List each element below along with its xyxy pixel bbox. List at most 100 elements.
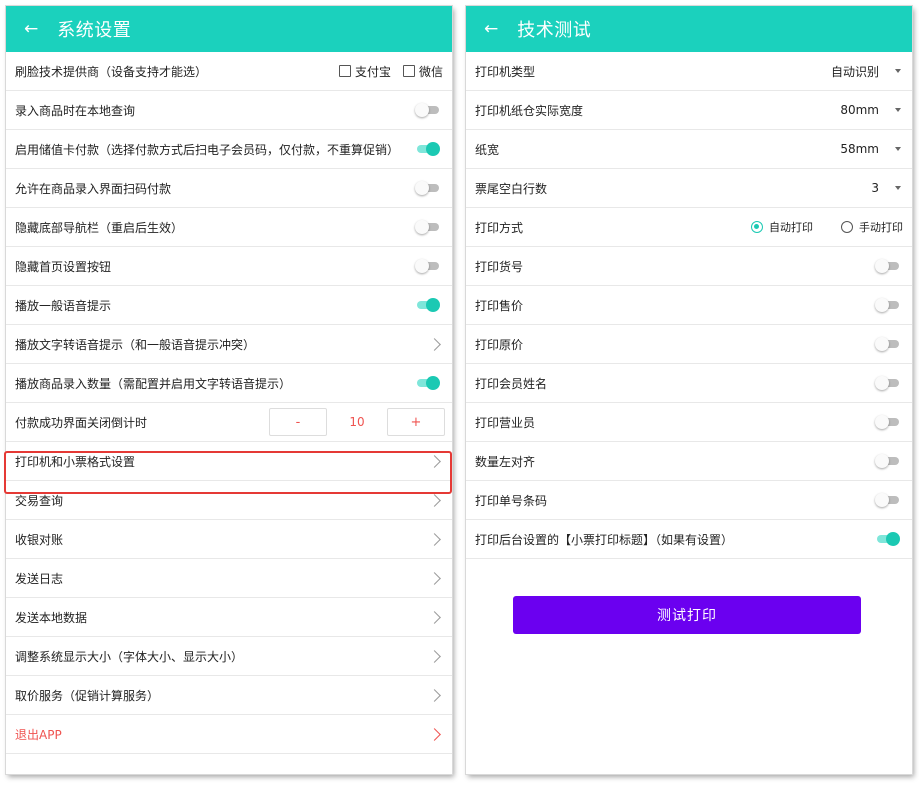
send-data-label: 发送本地数据 xyxy=(15,610,88,625)
tts-row[interactable]: 播放文字转语音提示（和一般语音提示冲突） xyxy=(6,325,452,364)
printer-settings-row[interactable]: 打印机和小票格式设置 xyxy=(6,442,452,481)
countdown-stepper: - 10 + xyxy=(269,408,445,436)
print-sku-toggle[interactable] xyxy=(875,259,899,273)
app-bar: ← 系统设置 xyxy=(6,6,452,52)
voice-label: 播放一般语音提示 xyxy=(15,298,112,313)
system-settings-screen: ← 系统设置 刷脸技术提供商（设备支持才能选） 支付宝 微信 录入商品时在本地查… xyxy=(6,6,452,774)
qty-left-label: 数量左对齐 xyxy=(475,454,536,469)
paper-bin-row: 打印机纸仓实际宽度 80mm xyxy=(466,91,912,130)
hide-nav-row: 隐藏底部导航栏（重启后生效） xyxy=(6,208,452,247)
toggle-knob xyxy=(415,259,429,273)
exit-app-row[interactable]: 退出APP xyxy=(6,715,452,754)
toggle-knob xyxy=(426,376,440,390)
print-barcode-label: 打印单号条码 xyxy=(475,493,548,508)
voice-toggle[interactable] xyxy=(415,298,440,312)
price-service-row[interactable]: 取价服务（促销计算服务） xyxy=(6,676,452,715)
wechat-checkbox[interactable]: 微信 xyxy=(402,63,443,80)
printer-type-select[interactable]: 自动识别 xyxy=(831,63,901,80)
qty-left-toggle[interactable] xyxy=(875,454,899,468)
radio-unselected-icon xyxy=(841,221,853,233)
checkbox-unchecked-icon xyxy=(338,65,351,77)
stored-card-toggle[interactable] xyxy=(415,142,440,156)
send-data-row[interactable]: 发送本地数据 xyxy=(6,598,452,637)
blank-lines-value: 3 xyxy=(871,181,879,195)
send-log-row[interactable]: 发送日志 xyxy=(6,559,452,598)
printer-type-row: 打印机类型 自动识别 xyxy=(466,52,912,91)
manual-print-radio[interactable]: 手动打印 xyxy=(841,219,903,235)
print-title-toggle[interactable] xyxy=(875,532,900,546)
send-log-label: 发送日志 xyxy=(15,571,64,586)
blank-lines-label: 票尾空白行数 xyxy=(475,181,548,196)
paper-bin-label: 打印机纸仓实际宽度 xyxy=(475,103,584,118)
display-size-row[interactable]: 调整系统显示大小（字体大小、显示大小） xyxy=(6,637,452,676)
voice-row: 播放一般语音提示 xyxy=(6,286,452,325)
print-mode-options: 自动打印 手动打印 xyxy=(751,219,903,235)
chevron-right-icon xyxy=(428,571,441,585)
print-clerk-toggle[interactable] xyxy=(875,415,899,429)
print-price-label: 打印售价 xyxy=(475,298,524,313)
print-price-toggle[interactable] xyxy=(875,298,899,312)
display-size-label: 调整系统显示大小（字体大小、显示大小） xyxy=(15,649,244,664)
countdown-label: 付款成功界面关闭倒计时 xyxy=(15,415,148,430)
toggle-knob xyxy=(415,220,429,234)
qty-voice-row: 播放商品录入数量（需配置并启用文字转语音提示） xyxy=(6,364,452,403)
paper-width-label: 纸宽 xyxy=(475,142,500,157)
hide-settings-toggle[interactable] xyxy=(415,259,439,273)
toggle-knob xyxy=(415,181,429,195)
toggle-knob xyxy=(875,454,889,468)
countdown-value: 10 xyxy=(349,415,365,429)
scan-pay-toggle[interactable] xyxy=(415,181,439,195)
countdown-row: 付款成功界面关闭倒计时 - 10 + xyxy=(6,403,452,442)
scan-pay-label: 允许在商品录入界面扫码付款 xyxy=(15,181,172,196)
print-mode-row: 打印方式 自动打印 手动打印 xyxy=(466,208,912,247)
qty-voice-toggle[interactable] xyxy=(415,376,440,390)
blank-lines-select[interactable]: 3 xyxy=(871,181,901,195)
toggle-knob xyxy=(426,298,440,312)
print-clerk-row: 打印营业员 xyxy=(466,403,912,442)
scan-pay-row: 允许在商品录入界面扫码付款 xyxy=(6,169,452,208)
chevron-right-icon xyxy=(428,454,441,468)
face-provider-label: 刷脸技术提供商（设备支持才能选） xyxy=(15,64,208,79)
face-provider-options: 支付宝 微信 xyxy=(338,63,443,80)
increment-button[interactable]: + xyxy=(387,408,445,436)
reconcile-row[interactable]: 收银对账 xyxy=(6,520,452,559)
dropdown-caret-icon xyxy=(895,69,901,73)
printer-type-value: 自动识别 xyxy=(830,64,879,79)
paper-width-value: 58mm xyxy=(840,142,879,156)
back-arrow-icon[interactable]: ← xyxy=(484,20,498,38)
paper-width-select[interactable]: 58mm xyxy=(840,142,901,156)
paper-bin-select[interactable]: 80mm xyxy=(840,103,901,117)
print-member-toggle[interactable] xyxy=(875,376,899,390)
face-provider-row: 刷脸技术提供商（设备支持才能选） 支付宝 微信 xyxy=(6,52,452,91)
alipay-checkbox[interactable]: 支付宝 xyxy=(338,63,391,80)
print-sku-row: 打印货号 xyxy=(466,247,912,286)
hide-settings-label: 隐藏首页设置按钮 xyxy=(15,259,112,274)
chevron-right-icon xyxy=(428,337,441,351)
print-orig-toggle[interactable] xyxy=(875,337,899,351)
print-price-row: 打印售价 xyxy=(466,286,912,325)
trade-query-row[interactable]: 交易查询 xyxy=(6,481,452,520)
hide-nav-toggle[interactable] xyxy=(415,220,439,234)
print-barcode-toggle[interactable] xyxy=(875,493,899,507)
print-barcode-row: 打印单号条码 xyxy=(466,481,912,520)
decrement-button[interactable]: - xyxy=(269,408,327,436)
auto-print-radio[interactable]: 自动打印 xyxy=(751,219,813,235)
exit-app-label: 退出APP xyxy=(15,727,62,742)
toggle-knob xyxy=(426,142,440,156)
toggle-knob xyxy=(886,532,900,546)
tts-label: 播放文字转语音提示（和一般语音提示冲突） xyxy=(15,337,256,352)
toggle-knob xyxy=(875,415,889,429)
hide-settings-row: 隐藏首页设置按钮 xyxy=(6,247,452,286)
stored-card-row: 启用储值卡付款（选择付款方式后扫电子会员码，仅付款，不重算促销） xyxy=(6,130,452,169)
print-mode-label: 打印方式 xyxy=(475,220,524,235)
hide-nav-label: 隐藏底部导航栏（重启后生效） xyxy=(15,220,184,235)
tech-test-screen: ← 技术测试 打印机类型 自动识别 打印机纸仓实际宽度 80mm 纸宽 58mm… xyxy=(466,6,912,774)
toggle-knob xyxy=(415,103,429,117)
back-arrow-icon[interactable]: ← xyxy=(24,20,38,38)
print-orig-label: 打印原价 xyxy=(475,337,524,352)
test-print-button[interactable]: 测试打印 xyxy=(513,596,861,634)
checkbox-unchecked-icon xyxy=(402,65,415,77)
local-query-toggle[interactable] xyxy=(415,103,439,117)
toggle-knob xyxy=(875,337,889,351)
chevron-right-icon xyxy=(428,493,441,507)
